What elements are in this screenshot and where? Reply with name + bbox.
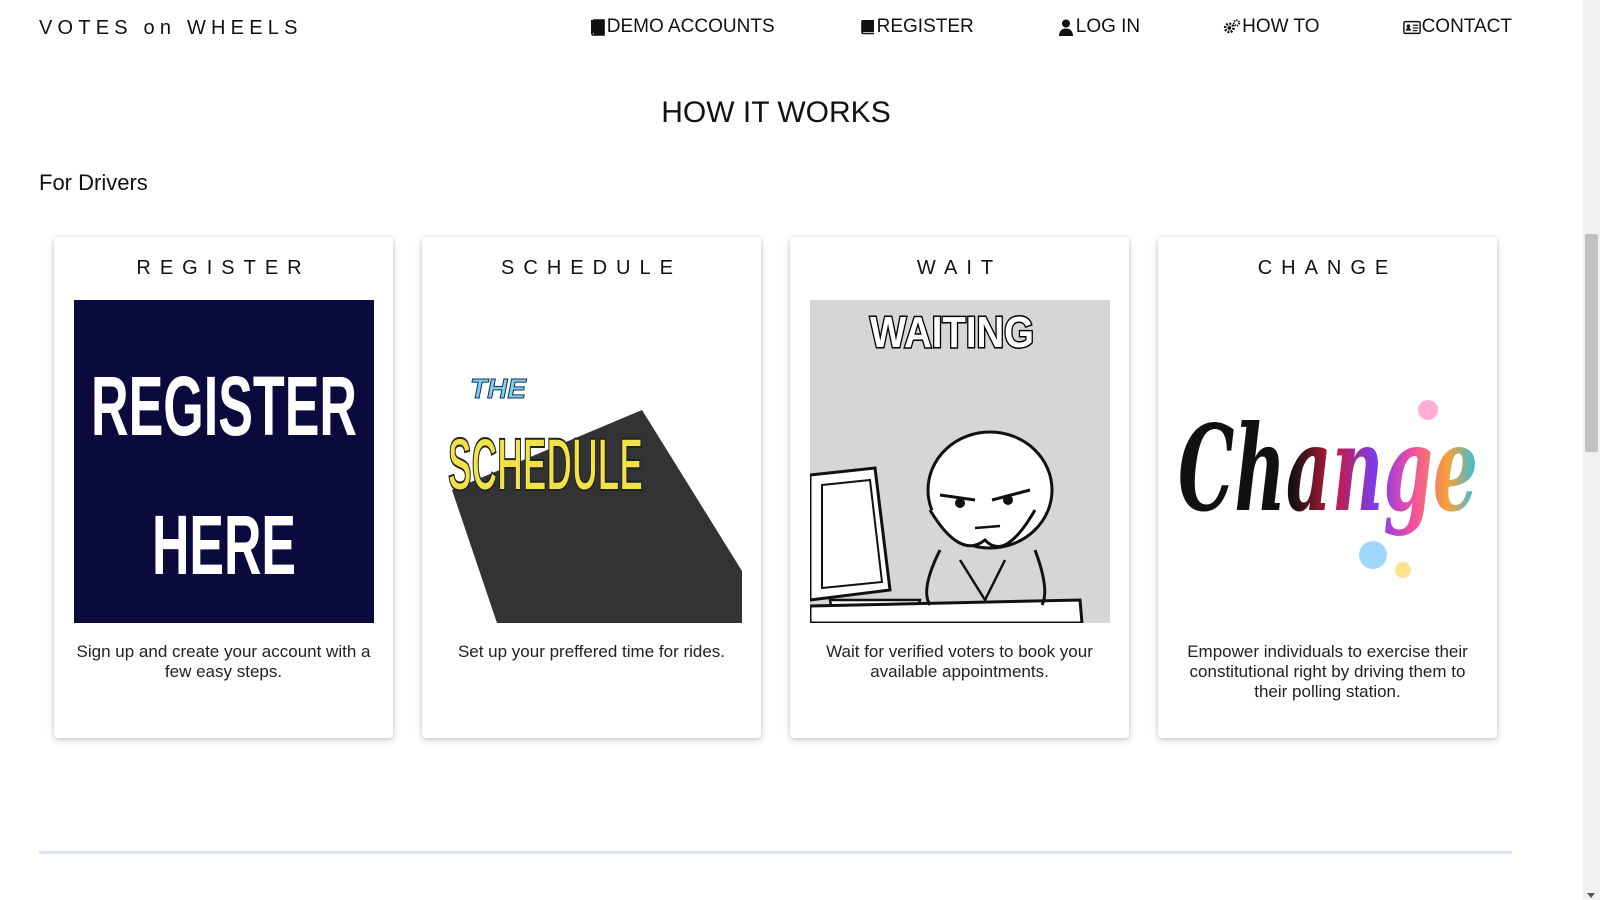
- wait-image: WAITING: [810, 300, 1110, 623]
- card-title: REGISTER: [136, 257, 311, 279]
- page-title: HOW IT WORKS: [661, 96, 891, 129]
- nav-log-in[interactable]: LOG IN: [1057, 16, 1140, 38]
- card-description: Empower individuals to exercise their co…: [1187, 642, 1468, 701]
- register-image: REGISTER HERE: [74, 300, 374, 623]
- card-schedule: SCHEDULE THE SCHEDULE Set up your preffe…: [422, 237, 761, 738]
- card-description: Sign up and create your account with a f…: [76, 642, 371, 681]
- scroll-down-icon[interactable]: [1587, 893, 1595, 898]
- schedule-image-big: SCHEDULE: [448, 423, 643, 506]
- nav-contact[interactable]: CONTACT: [1402, 16, 1512, 38]
- nav-label: REGISTER: [876, 16, 974, 37]
- register-image-line-1: REGISTER: [91, 359, 357, 453]
- gears-icon: [1223, 18, 1241, 36]
- nav-label: CONTACT: [1421, 16, 1512, 37]
- top-navbar: VOTES on WHEELS DEMO ACCOUNTS REGISTER L…: [0, 0, 1552, 60]
- nav-label: DEMO ACCOUNTS: [606, 16, 775, 37]
- section-divider: [39, 851, 1512, 854]
- nav-label: HOW TO: [1242, 16, 1320, 37]
- nav-menu: DEMO ACCOUNTS REGISTER LOG IN HOW TO CON…: [588, 16, 1512, 38]
- brand-logo[interactable]: VOTES on WHEELS: [39, 17, 303, 40]
- card-description: Set up your preffered time for rides.: [457, 642, 726, 661]
- card-register: REGISTER REGISTER HERE Sign up and creat…: [54, 237, 393, 738]
- scrollbar-thumb[interactable]: [1585, 234, 1598, 452]
- section-title: For Drivers: [39, 170, 148, 195]
- change-image-word: Change: [1178, 399, 1478, 538]
- card-title: WAIT: [916, 257, 1003, 279]
- card-title: CHANGE: [1257, 257, 1398, 279]
- id-card-icon: [1402, 18, 1421, 36]
- user-icon: [1057, 18, 1075, 36]
- change-image: Change: [1178, 300, 1478, 623]
- nav-how-to[interactable]: HOW TO: [1223, 16, 1320, 38]
- book-icon: [858, 18, 876, 36]
- card-change: CHANGE Change Empower individuals to exe…: [1158, 237, 1497, 738]
- steps-cards: REGISTER REGISTER HERE Sign up and creat…: [54, 237, 1497, 738]
- nav-demo-accounts[interactable]: DEMO ACCOUNTS: [588, 16, 775, 38]
- page-scrollbar[interactable]: [1583, 0, 1600, 900]
- nav-register[interactable]: REGISTER: [858, 16, 974, 38]
- schedule-image: THE SCHEDULE: [442, 300, 742, 623]
- nav-label: LOG IN: [1075, 16, 1141, 37]
- book-icon: [588, 18, 606, 36]
- card-wait: WAIT WAITING Wait for verified voters to…: [790, 237, 1129, 738]
- card-description: Wait for verified voters to book your av…: [826, 642, 1093, 681]
- card-title: SCHEDULE: [501, 257, 682, 279]
- register-image-line-2: HERE: [152, 498, 296, 592]
- schedule-image-small: THE: [470, 373, 527, 404]
- wait-image-caption: WAITING: [870, 308, 1034, 357]
